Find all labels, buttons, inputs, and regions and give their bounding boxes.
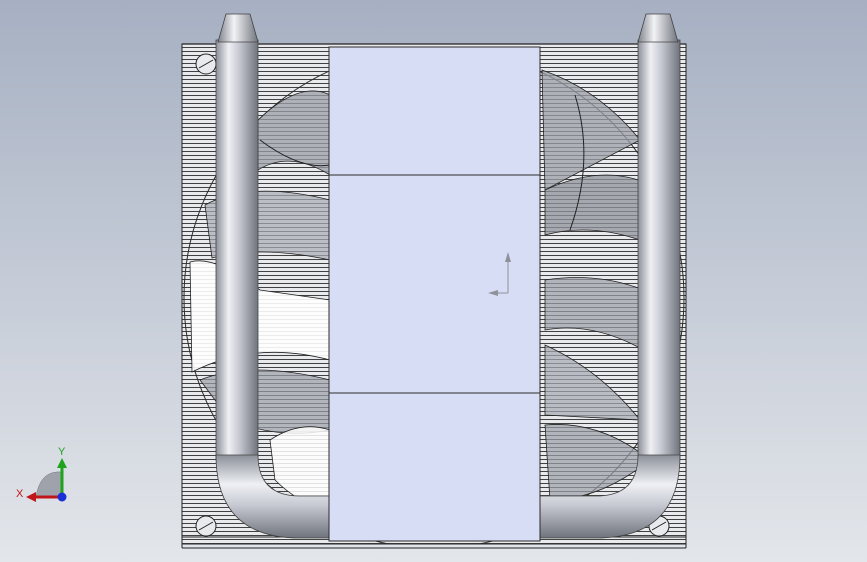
triad-x-label: X (16, 488, 24, 500)
triad-x-arrow-icon (26, 492, 36, 502)
mount-hole-icon (195, 515, 217, 537)
heat-pipe-right (637, 39, 681, 461)
triad-z-axis-icon (57, 492, 67, 502)
triad-y-arrow-icon (57, 458, 67, 468)
heat-pipe-left (215, 39, 259, 461)
view-triad[interactable]: X Y (16, 446, 67, 502)
triad-plane-icon (35, 471, 63, 498)
cad-viewport[interactable]: X Y (0, 0, 867, 562)
mount-hole-icon (195, 53, 217, 75)
center-base-block (328, 46, 541, 542)
heat-pipe-cap-left (217, 13, 259, 43)
triad-y-label: Y (58, 446, 66, 458)
heat-pipe-cap-right (637, 13, 679, 43)
